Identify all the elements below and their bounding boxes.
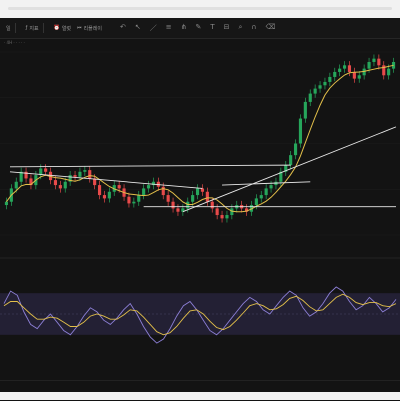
candle-body: [73, 175, 77, 177]
candle-body: [200, 188, 205, 192]
candle-body: [195, 188, 200, 196]
candle-body: [161, 186, 165, 196]
horizontal-resistance-line: [9, 164, 291, 168]
candle-body: [191, 195, 195, 202]
candle-body: [342, 65, 347, 69]
price-pane: [0, 51, 400, 236]
candle-body: [132, 201, 136, 204]
candle-body: [117, 185, 121, 189]
candle-body: [127, 196, 131, 204]
candle-body: [166, 195, 170, 202]
candle-body: [215, 208, 219, 216]
moving-average-line: [6, 64, 394, 213]
candle-body: [107, 191, 111, 199]
candle-body: [323, 81, 327, 86]
candle-body: [259, 195, 263, 199]
candle-body: [318, 85, 322, 89]
candle-body: [313, 88, 317, 94]
candle-body: [137, 195, 141, 202]
candle-body: [4, 201, 9, 206]
candle-body: [367, 61, 371, 69]
candle-body: [338, 68, 342, 72]
candle-body: [293, 143, 298, 156]
candle-body: [377, 58, 381, 66]
candle-body: [205, 191, 209, 202]
candle-body: [171, 201, 175, 209]
candle-body: [146, 185, 151, 189]
candle-body: [298, 118, 303, 144]
candle-body: [63, 181, 67, 189]
candle-body: [44, 168, 48, 172]
candle-body: [78, 171, 82, 177]
candle-body: [53, 180, 58, 186]
candle-body: [88, 170, 92, 179]
candle-body: [328, 76, 332, 82]
descending-trendline: [9, 171, 203, 189]
candle-body: [357, 75, 361, 79]
ascending-trendline: [182, 126, 397, 213]
candle-body: [254, 198, 258, 206]
candle-body: [333, 71, 337, 77]
oscillator-pane: [0, 257, 400, 344]
candle-body: [308, 93, 312, 102]
candle-body: [186, 201, 190, 209]
candle-body: [372, 58, 376, 62]
candle-body: [352, 71, 356, 79]
candle-body: [102, 195, 107, 199]
window-bottom-bar: [0, 392, 400, 400]
candle-body: [264, 188, 268, 196]
candle-body: [83, 170, 87, 172]
candle-body: [58, 185, 62, 189]
candle-body: [289, 155, 293, 166]
candle-body: [14, 181, 18, 189]
candle-body: [97, 185, 102, 196]
candle-body: [225, 215, 229, 219]
candle-body: [269, 185, 273, 189]
candle-body: [220, 215, 224, 219]
candle-body: [210, 201, 214, 209]
candle-body: [347, 65, 352, 72]
candle-body: [176, 208, 180, 212]
chart-canvas[interactable]: 34월5월6월7월8월9월10월11월12월2025: [0, 0, 400, 400]
candle-body: [142, 188, 146, 196]
candle-body: [387, 68, 391, 76]
candle-body: [303, 101, 307, 119]
